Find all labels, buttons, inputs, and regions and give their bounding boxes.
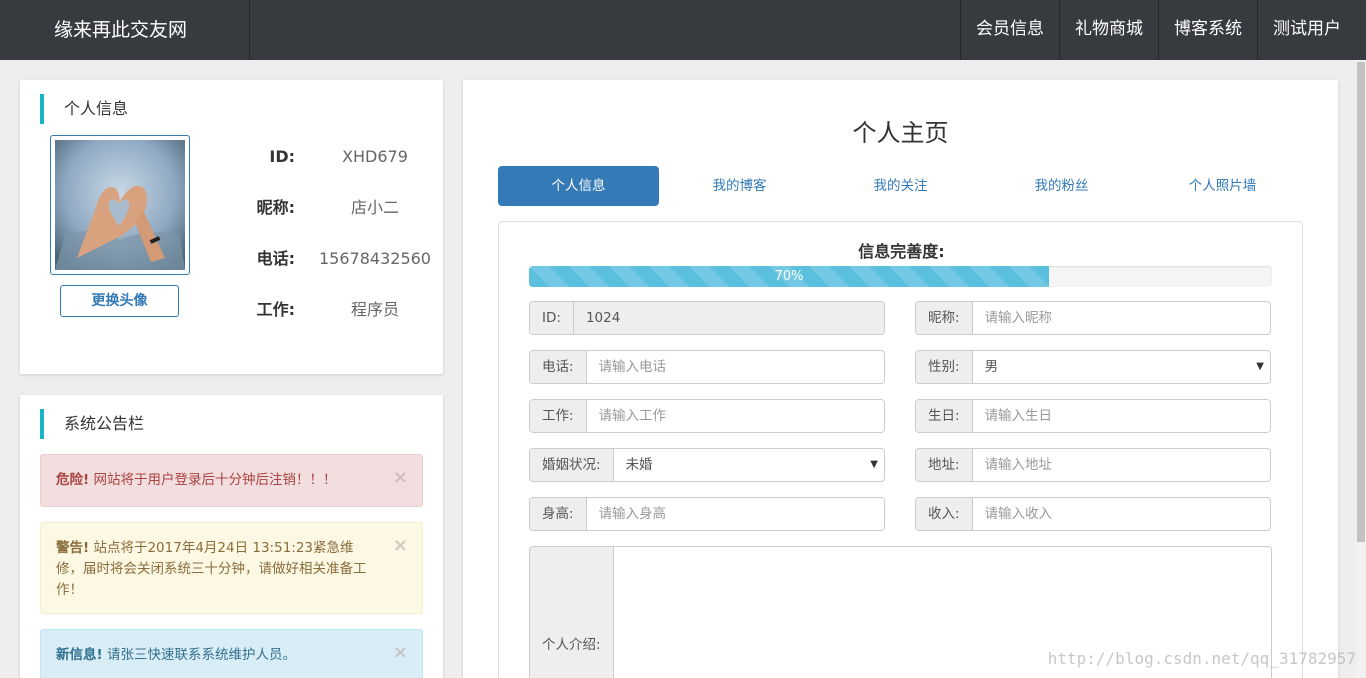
alert-warning: 警告! 站点将于2017年4月24日 13:51:23紧急维修，届时将会关闭系统… (40, 522, 423, 614)
profile-field-label: 工作: (256, 300, 295, 319)
watermark: http://blog.csdn.net/qq_31782957 (1047, 649, 1356, 668)
id-field: ID: 1024 (529, 301, 885, 335)
profile-tabs: 个人信息 我的博客 我的关注 我的粉丝 个人照片墙 (498, 166, 1303, 206)
notice-panel-title: 系统公告栏 (40, 409, 144, 439)
alert-text: 站点将于2017年4月24日 13:51:23紧急维修，届时将会关闭系统三十分钟… (56, 540, 367, 598)
gender-value: 男 (984, 359, 999, 375)
id-input: 1024 (573, 302, 884, 334)
birthday-input[interactable]: 请输入生日 (973, 400, 1270, 432)
close-icon[interactable]: × (393, 537, 408, 555)
height-input[interactable]: 请输入身高 (587, 498, 884, 530)
phone-input[interactable]: 请输入电话 (587, 351, 884, 383)
alert-label: 警告! (56, 540, 90, 556)
address-field: 地址: 请输入地址 (915, 448, 1271, 482)
profile-field-nickname: 昵称: 店小二 (215, 193, 445, 223)
profile-field-phone: 电话: 15678432560 (215, 244, 445, 274)
height-label: 身高: (530, 498, 587, 530)
tab-my-blog[interactable]: 我的博客 (659, 166, 820, 206)
intro-label: 个人介绍: (530, 547, 614, 678)
job-field: 工作: 请输入工作 (529, 399, 885, 433)
birthday-label: 生日: (916, 400, 973, 432)
nickname-label: 昵称: (916, 302, 973, 334)
address-input[interactable]: 请输入地址 (973, 449, 1270, 481)
profile-field-job: 工作: 程序员 (215, 295, 445, 325)
profile-field-value: 程序员 (350, 300, 399, 319)
profile-field-label: 昵称: (256, 198, 295, 217)
main-panel: 个人主页 个人信息 我的博客 我的关注 我的粉丝 个人照片墙 信息完善度: 70… (463, 80, 1338, 678)
tab-personal-info[interactable]: 个人信息 (498, 166, 659, 206)
nav-item-blog-system[interactable]: 博客系统 (1158, 0, 1257, 60)
completeness-progress-bar: 70% (529, 266, 1050, 287)
profile-field-value: 15678432560 (319, 249, 431, 268)
change-avatar-button[interactable]: 更换头像 (60, 285, 179, 317)
job-input[interactable]: 请输入工作 (587, 400, 884, 432)
completeness-label: 信息完善度: (858, 242, 945, 261)
nickname-input[interactable]: 请输入昵称 (973, 302, 1270, 334)
income-input[interactable]: 请输入收入 (973, 498, 1270, 530)
tab-photo-wall[interactable]: 个人照片墙 (1142, 166, 1303, 206)
alert-danger: 危险! 网站将于用户登录后十分钟后注销！！！ × (40, 454, 423, 507)
nav-menu: 会员信息 礼物商城 博客系统 测试用户 (960, 0, 1356, 60)
profile-field-value: 店小二 (350, 198, 399, 217)
completeness-progress: 70% (529, 266, 1272, 287)
alert-label: 危险! (56, 472, 90, 488)
alert-info: 新信息! 请张三快速联系系统维护人员。 × (40, 629, 423, 678)
profile-field-label: ID: (269, 147, 295, 166)
profile-panel-title: 个人信息 (40, 94, 128, 124)
alert-text: 网站将于用户登录后十分钟后注销！！！ (93, 472, 337, 488)
profile-field-label: 电话: (256, 249, 295, 268)
marital-select[interactable]: 未婚 ▼ (614, 449, 884, 481)
job-label: 工作: (530, 400, 587, 432)
id-label: ID: (530, 302, 574, 334)
birthday-field: 生日: 请输入生日 (915, 399, 1271, 433)
alert-label: 新信息! (56, 647, 103, 663)
profile-form: 信息完善度: 70% ID: 1024 昵称: 请输入昵称 电话: 请输入电话 … (498, 221, 1303, 678)
tab-my-following[interactable]: 我的关注 (820, 166, 981, 206)
nav-item-test-user[interactable]: 测试用户 (1257, 0, 1356, 60)
phone-field: 电话: 请输入电话 (529, 350, 885, 384)
avatar (50, 135, 190, 275)
gender-label: 性别: (916, 351, 973, 383)
profile-field-id: ID: XHD679 (215, 142, 445, 172)
page-scrollbar[interactable] (1356, 60, 1366, 678)
page-title: 个人主页 (852, 119, 949, 147)
marital-label: 婚姻状况: (530, 449, 614, 481)
close-icon[interactable]: × (393, 644, 408, 662)
top-navbar: 缘来再此交友网 会员信息 礼物商城 博客系统 测试用户 (0, 0, 1366, 60)
marital-value: 未婚 (625, 457, 653, 473)
profile-panel: 个人信息 更换头像 ID: XHD679 昵称: 店小二 电话: 1567843… (20, 80, 443, 374)
dropdown-caret-icon: ▼ (1256, 361, 1264, 372)
close-icon[interactable]: × (393, 469, 408, 487)
site-brand[interactable]: 缘来再此交友网 (0, 0, 250, 60)
alert-text: 请张三快速联系系统维护人员。 (106, 647, 296, 663)
income-field: 收入: 请输入收入 (915, 497, 1271, 531)
nickname-field: 昵称: 请输入昵称 (915, 301, 1271, 335)
gender-select[interactable]: 男 ▼ (973, 351, 1270, 383)
gender-field: 性别: 男 ▼ (915, 350, 1271, 384)
avatar-image (55, 140, 185, 270)
profile-field-value: XHD679 (342, 147, 408, 166)
phone-label: 电话: (530, 351, 587, 383)
nav-item-member-info[interactable]: 会员信息 (960, 0, 1059, 60)
nav-item-gift-shop[interactable]: 礼物商城 (1059, 0, 1158, 60)
marital-field: 婚姻状况: 未婚 ▼ (529, 448, 885, 482)
address-label: 地址: (916, 449, 973, 481)
tab-my-fans[interactable]: 我的粉丝 (981, 166, 1142, 206)
dropdown-caret-icon: ▼ (870, 459, 878, 470)
income-label: 收入: (916, 498, 973, 530)
scrollbar-thumb[interactable] (1357, 62, 1365, 542)
notice-panel: 系统公告栏 危险! 网站将于用户登录后十分钟后注销！！！ × 警告! 站点将于2… (20, 395, 443, 678)
height-field: 身高: 请输入身高 (529, 497, 885, 531)
